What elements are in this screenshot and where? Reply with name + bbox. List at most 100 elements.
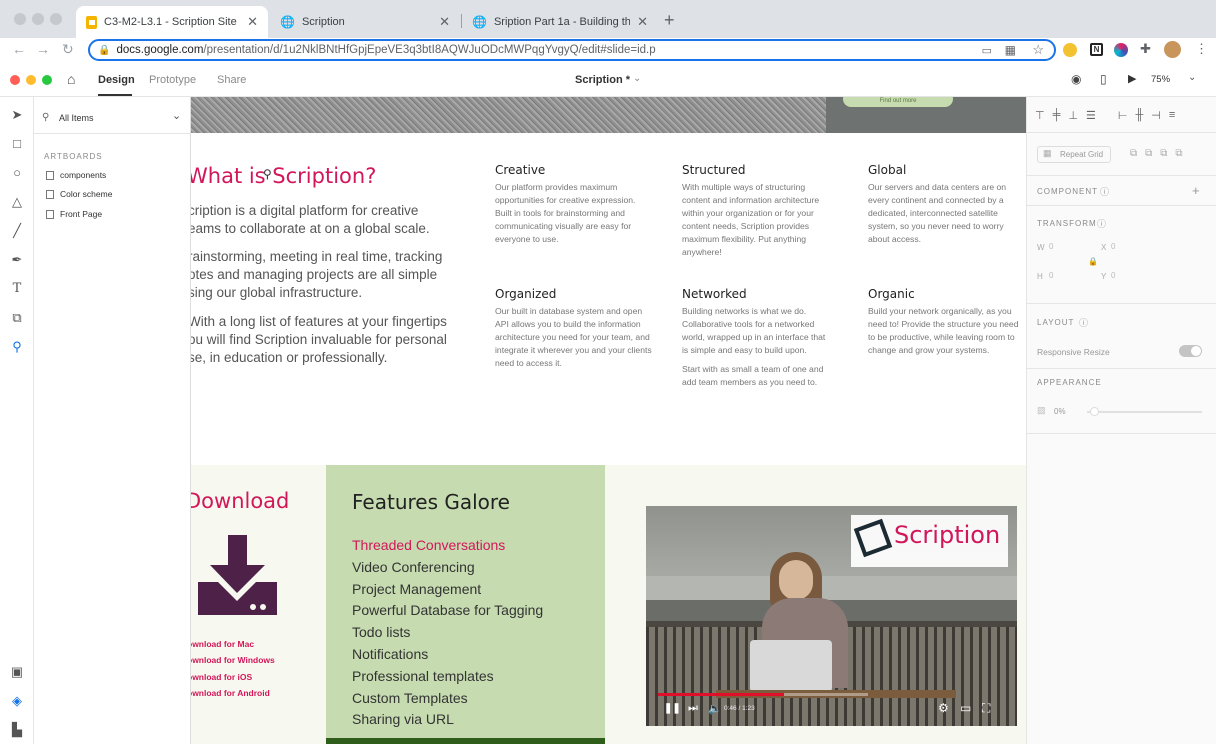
opacity-value[interactable]: 0% [1054, 407, 1066, 416]
xd-minimize-button[interactable] [26, 75, 36, 85]
color-extension-icon[interactable] [1114, 43, 1128, 57]
artboard-item[interactable]: Front Page [46, 209, 102, 219]
cast-icon[interactable]: ▭ [982, 44, 992, 57]
home-icon[interactable]: ⌂ [67, 71, 75, 87]
exclude-icon[interactable]: ⧉ [1175, 148, 1182, 159]
list-item: Notifications [352, 645, 429, 662]
chevron-down-icon[interactable]: ⌄ [633, 73, 641, 84]
x-field[interactable]: 0 [1111, 242, 1115, 251]
fullscreen-icon[interactable]: ⛶ [982, 701, 990, 716]
reload-icon[interactable]: ↻ [62, 41, 74, 58]
xd-zoom-button[interactable] [42, 75, 52, 85]
extensions-puzzle-icon[interactable]: ✚ [1140, 41, 1151, 57]
align-middle-icon[interactable]: ╪ [1053, 109, 1061, 122]
lock-aspect-icon[interactable]: 🔒 [1088, 257, 1098, 266]
close-tab-icon[interactable]: ✕ [637, 14, 648, 30]
notion-extension-icon[interactable]: N [1090, 43, 1103, 56]
height-field[interactable]: 0 [1049, 271, 1053, 280]
window-minimize-button[interactable] [32, 13, 44, 25]
browser-tab-3[interactable]: 🌐 Sription Part 1a - Building the ✕ [462, 6, 658, 38]
tab-prototype[interactable]: Prototype [149, 74, 196, 86]
window-zoom-button[interactable] [50, 13, 62, 25]
download-windows-link[interactable]: ownload for Windows [191, 652, 275, 668]
browser-tab-1[interactable]: C3-M2-L3.1 - Scription Site - ✕ [76, 6, 268, 38]
zoom-level[interactable]: 75% [1151, 74, 1170, 85]
align-bottom-icon[interactable]: ⊥ [1068, 109, 1078, 122]
address-bar[interactable]: 🔒 docs.google.com/presentation/d/1u2NklB… [88, 39, 1056, 61]
polygon-tool-icon[interactable]: △ [9, 194, 25, 210]
responsive-resize-toggle[interactable] [1179, 345, 1202, 357]
intersect-icon[interactable]: ⧉ [1160, 148, 1167, 159]
user-icon[interactable]: ◉ [1071, 72, 1081, 86]
url-path: /presentation/d/1u2NklBNtHfGpjEpeVE3q3bt… [203, 44, 656, 56]
layer-filter-select[interactable]: All Items [59, 113, 94, 123]
find-out-more-button[interactable]: Find out more [843, 97, 953, 107]
artboard-tool-icon[interactable]: ⧉ [9, 310, 25, 326]
plugins-icon[interactable]: ▙ [9, 722, 25, 738]
zoom-tool-icon[interactable]: ⚲ [9, 339, 25, 355]
width-field[interactable]: 0 [1049, 242, 1053, 251]
info-icon: ⓘ [1079, 318, 1089, 328]
next-icon[interactable]: ⏭ [688, 702, 698, 715]
browser-toolbar: ← → ↻ 🔒 docs.google.com/presentation/d/1… [0, 38, 1216, 62]
list-item[interactable]: Threaded Conversations [352, 535, 543, 557]
mobile-preview-icon[interactable]: ▯ [1100, 72, 1107, 86]
distribute-vertical-icon[interactable]: ☰ [1086, 109, 1096, 122]
video-player[interactable]: Scription ❚❚ ⏭ 🔈 0:46 / 1:23 ⚙ ▭ ⛶ [646, 506, 1017, 726]
cursor-icon: ⚲ [263, 167, 272, 181]
pause-icon[interactable]: ❚❚ [664, 703, 681, 714]
design-canvas[interactable]: Find out more What is Scription? ⚲ cript… [191, 97, 1026, 744]
browser-menu-icon[interactable]: ⋮ [1195, 41, 1208, 57]
volume-icon[interactable]: 🔈 [708, 702, 722, 715]
text-tool-icon[interactable]: T [9, 281, 25, 297]
add-component-icon[interactable]: + [1192, 183, 1200, 198]
intro-paragraph: rainstorming, meeting in real time, trac… [191, 249, 443, 300]
property-inspector: ⊤ ╪ ⊥ ☰ ⊢ ╫ ⊣ ≡ Repeat Grid ▦ ⧉ ⧉ ⧉ ⧉ CO… [1026, 97, 1216, 744]
distribute-horizontal-icon[interactable]: ≡ [1169, 109, 1175, 122]
opacity-slider[interactable] [1087, 411, 1202, 413]
align-left-icon[interactable]: ⊢ [1118, 109, 1128, 122]
forward-icon[interactable]: → [36, 41, 50, 57]
back-icon[interactable]: ← [12, 41, 26, 57]
browser-tab-2[interactable]: 🌐 Scription ✕ [270, 6, 460, 38]
artboard-item[interactable]: Color scheme [46, 189, 112, 199]
woman-face [779, 560, 813, 600]
download-mac-link[interactable]: ownload for Mac [191, 636, 275, 652]
settings-gear-icon[interactable]: ⚙ [938, 701, 949, 715]
extension-yellow-icon[interactable] [1063, 43, 1077, 57]
align-right-icon[interactable]: ⊣ [1151, 109, 1161, 122]
feature-text: Our built in database system and open AP… [495, 306, 652, 368]
close-tab-icon[interactable]: ✕ [439, 14, 450, 30]
opacity-slider-handle[interactable] [1090, 407, 1099, 416]
zoom-chevron-icon[interactable]: ⌄ [1188, 72, 1196, 83]
new-tab-button[interactable]: + [664, 10, 675, 31]
bookmark-star-icon[interactable]: ☆ [1032, 42, 1044, 58]
line-tool-icon[interactable]: ╱ [9, 223, 25, 239]
qr-code-icon[interactable]: ▦ [1005, 43, 1016, 57]
close-tab-icon[interactable]: ✕ [247, 14, 258, 30]
union-icon[interactable]: ⧉ [1130, 148, 1137, 159]
tab-share[interactable]: Share [217, 74, 246, 86]
profile-avatar[interactable] [1164, 41, 1181, 58]
layers-icon[interactable]: ◈ [9, 693, 25, 709]
play-preview-icon[interactable]: ▶ [1128, 72, 1136, 85]
rectangle-tool-icon[interactable]: □ [9, 136, 25, 152]
download-android-link[interactable]: ownload for Android [191, 685, 275, 701]
assets-icon[interactable]: ▣ [9, 664, 25, 680]
select-arrow-icon[interactable]: ➤ [9, 107, 25, 123]
ellipse-tool-icon[interactable]: ○ [9, 165, 25, 181]
pen-tool-icon[interactable]: ✒ [9, 252, 25, 268]
xd-close-button[interactable] [10, 75, 20, 85]
align-top-icon[interactable]: ⊤ [1035, 109, 1045, 122]
search-icon[interactable]: ⚲ [42, 112, 49, 123]
y-field[interactable]: 0 [1111, 271, 1115, 280]
window-close-button[interactable] [14, 13, 26, 25]
subtract-icon[interactable]: ⧉ [1145, 148, 1152, 159]
download-ios-link[interactable]: ownload for iOS [191, 669, 275, 685]
document-title[interactable]: Scription * [575, 74, 630, 86]
chevron-down-icon[interactable]: ⌄ [172, 109, 181, 122]
tab-design[interactable]: Design [98, 74, 135, 86]
artboard-item[interactable]: components [46, 170, 106, 180]
theater-mode-icon[interactable]: ▭ [960, 701, 971, 715]
align-center-icon[interactable]: ╫ [1135, 109, 1143, 122]
